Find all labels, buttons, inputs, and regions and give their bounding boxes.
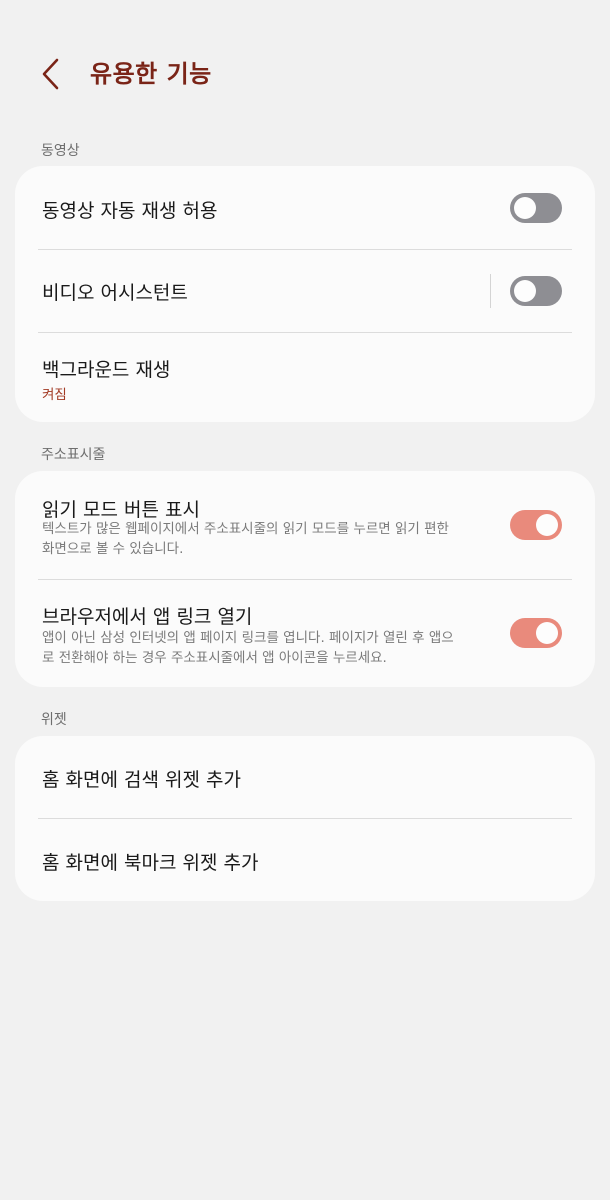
toggle-knob: [536, 622, 558, 644]
app-bar: 유용한 기능: [0, 40, 610, 104]
vertical-separator: [490, 274, 491, 308]
toggle-knob: [514, 280, 536, 302]
section-label-widget: 위젯: [41, 712, 67, 728]
row-title-reader-mode-button: 읽기 모드 버튼 표시: [42, 499, 200, 521]
row-description-open-app-links: 앱이 아닌 삼성 인터넷의 앱 페이지 링크를 엽니다. 페이지가 열린 후 앱…: [42, 630, 454, 666]
card-video: 동영상 자동 재생 허용 비디오 어시스턴트 백그라운드 재생 켜짐: [15, 166, 595, 422]
row-background-play[interactable]: 백그라운드 재생 켜짐: [15, 333, 595, 422]
row-title-background-play: 백그라운드 재생: [42, 359, 171, 381]
toggle-open-app-links[interactable]: [510, 618, 562, 648]
row-title-open-app-links: 브라우저에서 앱 링크 열기: [42, 606, 253, 628]
toggle-knob: [536, 514, 558, 536]
row-title-add-bookmark-widget: 홈 화면에 북마크 위젯 추가: [42, 852, 259, 874]
back-button[interactable]: [30, 52, 74, 96]
row-title-video-assistant: 비디오 어시스턴트: [42, 282, 188, 304]
section-label-address-bar: 주소표시줄: [41, 447, 106, 463]
row-autoplay-video[interactable]: 동영상 자동 재생 허용: [15, 166, 595, 250]
row-add-search-widget[interactable]: 홈 화면에 검색 위젯 추가: [15, 736, 595, 818]
row-reader-mode-button[interactable]: 읽기 모드 버튼 표시 텍스트가 많은 웹페이지에서 주소표시줄의 읽기 모드를…: [15, 471, 595, 579]
row-add-bookmark-widget[interactable]: 홈 화면에 북마크 위젯 추가: [15, 819, 595, 901]
row-title-add-search-widget: 홈 화면에 검색 위젯 추가: [42, 769, 241, 791]
page-title: 유용한 기능: [90, 60, 212, 88]
toggle-reader-mode-button[interactable]: [510, 510, 562, 540]
card-address-bar: 읽기 모드 버튼 표시 텍스트가 많은 웹페이지에서 주소표시줄의 읽기 모드를…: [15, 471, 595, 687]
card-widget: 홈 화면에 검색 위젯 추가 홈 화면에 북마크 위젯 추가: [15, 736, 595, 901]
chevron-left-icon: [42, 58, 59, 90]
row-description-reader-mode-button: 텍스트가 많은 웹페이지에서 주소표시줄의 읽기 모드를 누르면 읽기 편한 화…: [42, 521, 449, 557]
toggle-knob: [514, 197, 536, 219]
row-title-autoplay-video: 동영상 자동 재생 허용: [42, 200, 218, 222]
toggle-video-assistant[interactable]: [510, 276, 562, 306]
section-label-video: 동영상: [41, 143, 80, 159]
toggle-autoplay-video[interactable]: [510, 193, 562, 223]
row-video-assistant[interactable]: 비디오 어시스턴트: [15, 250, 595, 333]
row-open-app-links[interactable]: 브라우저에서 앱 링크 열기 앱이 아닌 삼성 인터넷의 앱 페이지 링크를 엽…: [15, 580, 595, 687]
status-background-play: 켜짐: [42, 387, 67, 403]
